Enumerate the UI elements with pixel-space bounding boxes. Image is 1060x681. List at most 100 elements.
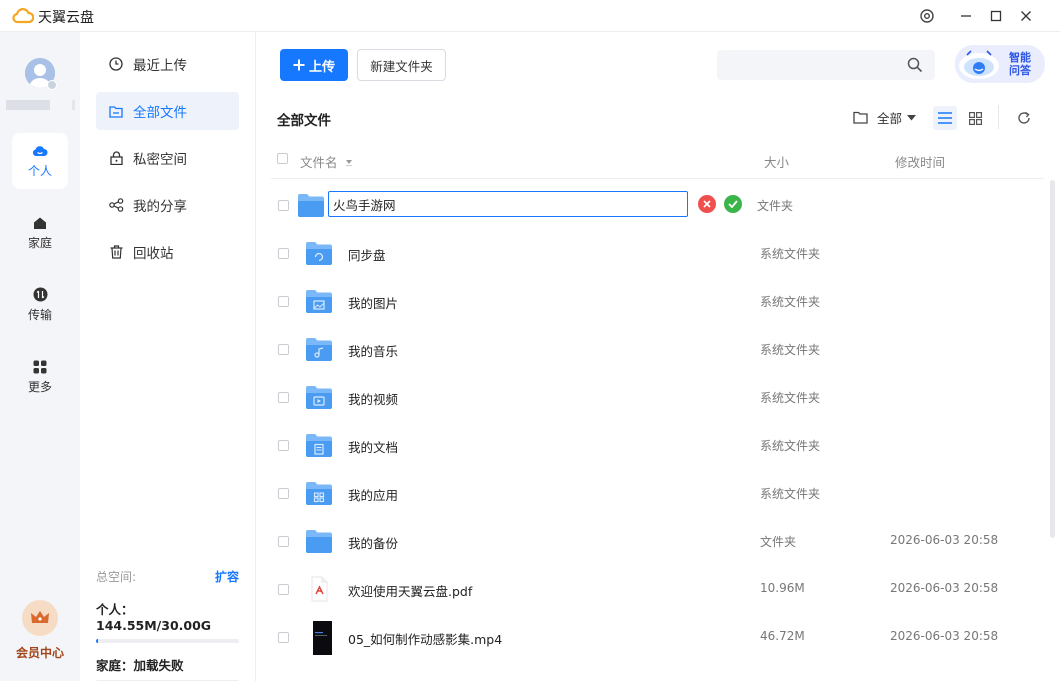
nav-item-recent[interactable]: 最近上传 <box>96 45 239 83</box>
row-checkbox[interactable] <box>278 488 289 499</box>
grid-view-button[interactable] <box>963 106 987 130</box>
file-size: 系统文件夹 <box>760 391 821 405</box>
row-checkbox[interactable] <box>278 440 289 451</box>
folder-icon <box>306 530 332 553</box>
file-row[interactable]: 我的视频 系统文件夹 <box>271 374 1044 422</box>
column-name-label: 文件名 <box>300 155 338 170</box>
cloud-icon <box>32 145 48 156</box>
music-folder-icon <box>306 338 332 361</box>
nav-item-all-files[interactable]: 全部文件 <box>96 92 239 130</box>
file-row[interactable]: 欢迎使用天翼云盘.pdf 10.96M 2026-06-03 20:58 <box>271 566 1044 614</box>
personal-storage-bar <box>96 639 239 643</box>
pdf-file-icon <box>311 576 328 602</box>
column-size[interactable]: 大小 <box>764 152 789 171</box>
video-folder-icon <box>306 386 332 409</box>
family-storage-text: 家庭：加载失败 <box>96 658 184 673</box>
crown-icon <box>22 600 58 636</box>
storage-title: 总空间: <box>96 570 137 584</box>
filter-label: 全部 <box>877 111 903 126</box>
row-checkbox[interactable] <box>278 584 289 595</box>
apps-icon <box>33 360 47 373</box>
username-masked <box>6 100 50 110</box>
file-row[interactable]: 我的备份 文件夹 2026-06-03 20:58 <box>271 518 1044 566</box>
nav-item-share[interactable]: 我的分享 <box>96 186 239 224</box>
refresh-button[interactable] <box>1013 106 1035 130</box>
rail-label: 传输 <box>27 308 52 322</box>
close-icon[interactable] <box>1015 5 1037 27</box>
grid-icon <box>968 111 982 125</box>
select-all-checkbox[interactable] <box>277 153 288 164</box>
row-checkbox[interactable] <box>278 392 289 403</box>
upload-label: 上传 <box>308 59 335 75</box>
ai-label-line2: 问答 <box>1009 64 1031 77</box>
file-name[interactable]: 我的图片 <box>348 293 398 312</box>
username-mask-edge <box>72 100 75 110</box>
rail-item-family[interactable]: 家庭 <box>12 205 68 261</box>
scrollbar-thumb[interactable] <box>1050 180 1055 538</box>
caret-down-icon <box>907 114 917 120</box>
new-folder-label: 新建文件夹 <box>370 58 433 74</box>
search-input[interactable] <box>717 50 935 80</box>
file-row[interactable]: 同步盘 系统文件夹 <box>271 230 1044 278</box>
new-folder-button[interactable]: 新建文件夹 <box>357 49 446 81</box>
plus-icon <box>293 59 305 71</box>
upload-button[interactable]: 上传 <box>280 49 348 81</box>
minimize-icon[interactable] <box>955 5 977 27</box>
file-row[interactable]: 我的音乐 系统文件夹 <box>271 326 1044 374</box>
personal-storage-fill <box>96 639 98 643</box>
rename-input[interactable] <box>328 191 688 217</box>
folder-icon <box>298 194 324 217</box>
personal-storage-text: 个人：144.55M/30.00G <box>96 602 212 633</box>
file-row[interactable]: 我的图片 系统文件夹 <box>271 278 1044 326</box>
file-name[interactable]: 同步盘 <box>348 245 386 264</box>
cancel-rename-icon[interactable] <box>698 195 716 213</box>
sync-folder-icon <box>306 242 332 265</box>
transfer-icon <box>33 287 47 302</box>
file-name[interactable]: 我的视频 <box>348 389 398 408</box>
file-type: 文件夹 <box>757 199 794 213</box>
row-checkbox[interactable] <box>278 200 289 211</box>
file-name[interactable]: 05_如何制作动感影集.mp4 <box>348 629 502 648</box>
maximize-icon[interactable] <box>985 5 1007 27</box>
confirm-rename-icon[interactable] <box>724 195 742 213</box>
row-checkbox[interactable] <box>278 296 289 307</box>
file-name[interactable]: 我的应用 <box>348 485 398 504</box>
settings-icon[interactable] <box>916 5 938 27</box>
nav-item-private[interactable]: 私密空间 <box>96 139 239 177</box>
filter-dropdown[interactable]: 全部 <box>853 108 917 127</box>
nav-item-trash[interactable]: 回收站 <box>96 233 239 271</box>
row-checkbox[interactable] <box>278 632 289 643</box>
search-icon[interactable] <box>907 57 923 73</box>
list-view-button[interactable] <box>933 106 957 130</box>
file-size: 系统文件夹 <box>760 295 821 309</box>
file-size: 系统文件夹 <box>760 343 821 357</box>
file-row[interactable]: 我的文档 系统文件夹 <box>271 422 1044 470</box>
file-name[interactable]: 欢迎使用天翼云盘.pdf <box>348 581 472 600</box>
vip-center-button[interactable]: 会员中心 <box>12 600 68 670</box>
rail-item-more[interactable]: 更多 <box>12 349 68 405</box>
lock-icon <box>108 150 124 166</box>
list-icon <box>938 112 952 124</box>
app-window: 天翼云盘 个人 家庭 传输 更多 会员中心 最近上传 全部文件 私密空间 我的分… <box>0 0 1060 681</box>
row-checkbox[interactable] <box>278 248 289 259</box>
row-checkbox[interactable] <box>278 344 289 355</box>
file-row[interactable]: 05_如何制作动感影集.mp4 46.72M 2026-06-03 20:58 <box>271 614 1044 662</box>
rail-label: 家庭 <box>27 235 52 250</box>
rail-item-personal[interactable]: 个人 <box>12 133 68 189</box>
document-folder-icon <box>306 434 332 457</box>
file-name[interactable]: 我的文档 <box>348 437 398 456</box>
column-name[interactable]: 文件名 <box>300 152 354 171</box>
file-name[interactable]: 我的音乐 <box>348 341 398 360</box>
app-title: 天翼云盘 <box>38 10 94 26</box>
file-row[interactable]: 我的应用 系统文件夹 <box>271 470 1044 518</box>
expand-storage-link[interactable]: 扩容 <box>215 568 239 585</box>
file-size: 系统文件夹 <box>760 487 821 501</box>
row-checkbox[interactable] <box>278 536 289 547</box>
share-icon <box>108 197 124 213</box>
nav-label: 全部文件 <box>133 105 187 121</box>
rail-item-transfer[interactable]: 传输 <box>12 277 68 333</box>
avatar-badge <box>47 80 57 90</box>
ai-assistant-button[interactable]: 智能 问答 <box>955 45 1045 83</box>
file-name[interactable]: 我的备份 <box>348 533 398 552</box>
column-modified[interactable]: 修改时间 <box>895 152 945 171</box>
